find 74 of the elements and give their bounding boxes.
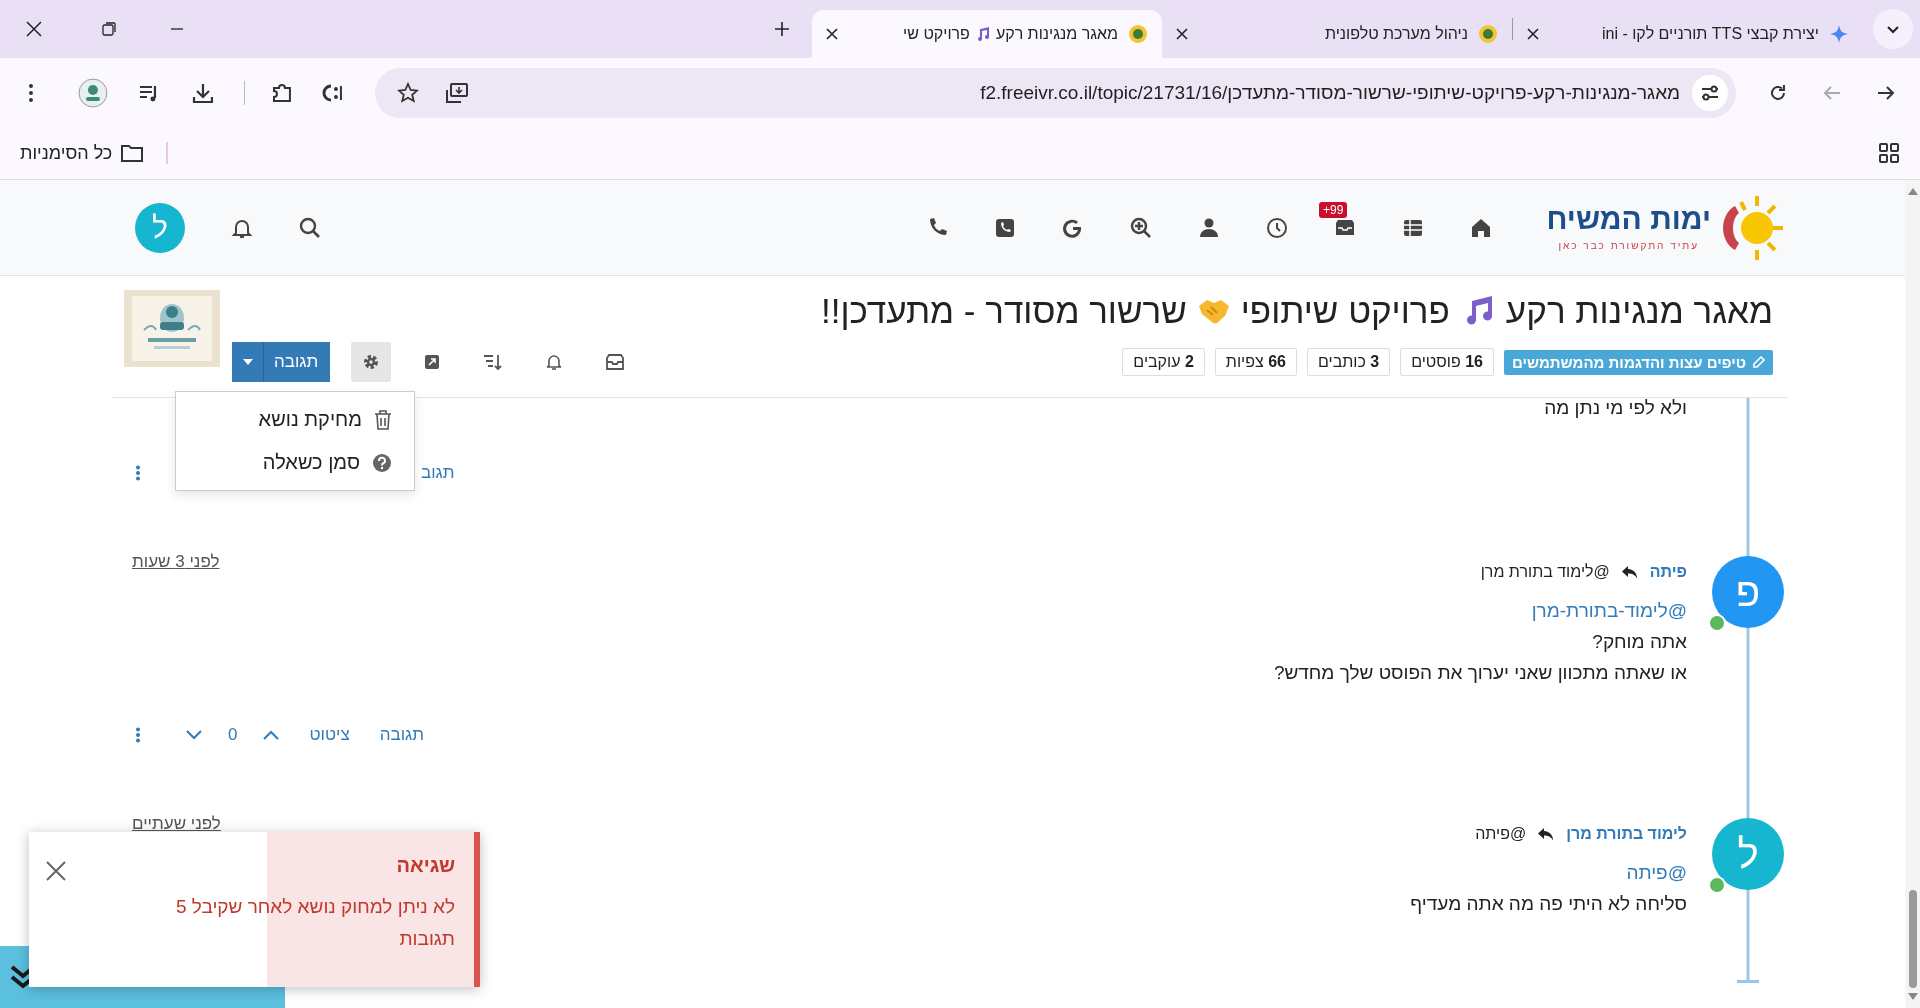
- profile-avatar-icon[interactable]: [78, 77, 108, 108]
- close-icon[interactable]: [1527, 28, 1539, 40]
- site-favicon-icon: [1128, 24, 1148, 44]
- reply-button[interactable]: תגובה: [264, 342, 331, 382]
- post-text: ולא לפי מי נתן מה: [1544, 396, 1687, 420]
- reply-options-button[interactable]: [232, 342, 264, 382]
- site-settings-icon[interactable]: [1692, 74, 1729, 111]
- tab-title: יצירת קבצי TTS תורניים לקו - ini: [1600, 25, 1819, 43]
- browser-tab[interactable]: מאגר מנגינות רקע פרויקט שי: [812, 10, 1162, 58]
- reply-link[interactable]: תגובה: [379, 725, 425, 745]
- post-menu-icon[interactable]: [135, 465, 141, 481]
- address-bar[interactable]: f2.freeivr.co.il/topic/21731/16/מאגר-מנגינות-רקע-פרויקט-שיתופי-שרשור-מסודר-מתעדכן: [374, 67, 1737, 118]
- post-text: או שאתה מתכוון שאני יערוך את הפוסט שלך מחדש?: [1273, 661, 1687, 685]
- vote-count: 0: [228, 725, 238, 745]
- toast-message: לא ניתן למחוק נושא לאחר שקיבל 5 תגובות: [174, 895, 455, 951]
- reply-arrow-icon: [1538, 827, 1555, 841]
- menu-item[interactable]: סמן כשאלה: [176, 441, 414, 484]
- folder-icon: [120, 143, 145, 163]
- scroll-thumb[interactable]: [1908, 890, 1917, 988]
- quote-link[interactable]: ציטוט: [309, 725, 350, 745]
- star-icon[interactable]: [396, 81, 419, 104]
- settings-button[interactable]: [351, 342, 392, 382]
- post-time[interactable]: לפני 3 שעות: [132, 552, 220, 572]
- author-name[interactable]: פיתה: [1649, 563, 1687, 581]
- browser-tab[interactable]: יצירת קבצי TTS תורניים לקו - ini: [1513, 10, 1863, 58]
- logo-tagline: עתיד התקשורת כבר כאן: [1558, 240, 1700, 251]
- zoom-icon[interactable]: [1129, 215, 1153, 240]
- post-text: אתה מוחק?: [1592, 630, 1687, 654]
- tab-title: מאגר מנגינות רקע פרויקט שי: [902, 25, 1118, 43]
- scroll-up-icon[interactable]: [1906, 186, 1919, 196]
- caret-icon: [242, 359, 253, 365]
- trash-icon: [374, 409, 392, 430]
- close-icon[interactable]: [1176, 28, 1188, 40]
- question-icon: [372, 452, 392, 473]
- clock-icon[interactable]: [1265, 215, 1289, 240]
- site-favicon-icon: [1478, 24, 1498, 44]
- downvote-icon[interactable]: [186, 730, 202, 740]
- new-tab-icon[interactable]: [774, 21, 790, 37]
- tab-title: ניהול מערכת טלפונית: [1323, 25, 1468, 43]
- scrollbar[interactable]: [1905, 180, 1920, 1008]
- reply-arrow-icon: [1621, 565, 1638, 579]
- author-name[interactable]: לימוד בתורת מרן: [1566, 825, 1687, 843]
- scroll-down-icon[interactable]: [1906, 992, 1919, 1002]
- settings-icon: [362, 353, 381, 371]
- download-icon[interactable]: [191, 81, 214, 104]
- reply-to-user[interactable]: @לימוד בתורת מרן: [1480, 563, 1610, 581]
- reply-link[interactable]: תגוב: [421, 463, 455, 483]
- browser-tab[interactable]: ניהול מערכת טלפונית: [1162, 10, 1512, 58]
- user-mention[interactable]: @לימוד-בתורת-מרן: [132, 595, 1687, 626]
- url-text: f2.freeivr.co.il/topic/21731/16/מאגר-מנגינות-רקע-פרויקט-שיתופי-שרשור-מסודר-מתעדכן: [980, 81, 1681, 104]
- apps-grid-icon[interactable]: [1878, 143, 1900, 163]
- site-logo[interactable]: ימות המשיח עתיד התקשורת כבר כאן: [1545, 191, 1785, 264]
- close-icon[interactable]: [826, 28, 838, 40]
- topic-title: שרשור מסודר - מתעדכן!!: [821, 291, 1187, 331]
- install-icon[interactable]: [444, 81, 469, 104]
- menu-item[interactable]: מחיקת נושא: [176, 398, 414, 441]
- sparkle-icon: [1829, 24, 1849, 44]
- close-icon[interactable]: [26, 21, 42, 37]
- pencil-icon: [1752, 355, 1765, 369]
- more-options-icon[interactable]: [28, 82, 34, 103]
- puzzle-icon[interactable]: [270, 81, 293, 104]
- logo-title: ימות המשיח: [1546, 204, 1711, 234]
- notification-badge: +99: [1319, 201, 1348, 218]
- post-menu-icon[interactable]: [135, 727, 141, 743]
- reply-to-user[interactable]: @פיתה: [1475, 825, 1527, 843]
- toast-title: שגיאה: [395, 854, 455, 877]
- post-time[interactable]: לפני שעתיים: [132, 814, 221, 834]
- restore-icon[interactable]: [102, 22, 116, 36]
- topic-title: מאגר מנגינות רקע: [1505, 291, 1773, 331]
- all-bookmarks-button[interactable]: כל הסימניות: [20, 142, 145, 164]
- upvote-icon[interactable]: [263, 730, 280, 740]
- topic-title: פרויקט שיתופי: [1240, 291, 1450, 331]
- post-text: סליחה לא היתי פה מה אתה מעדיף: [1410, 892, 1687, 916]
- search-icon[interactable]: [298, 215, 322, 240]
